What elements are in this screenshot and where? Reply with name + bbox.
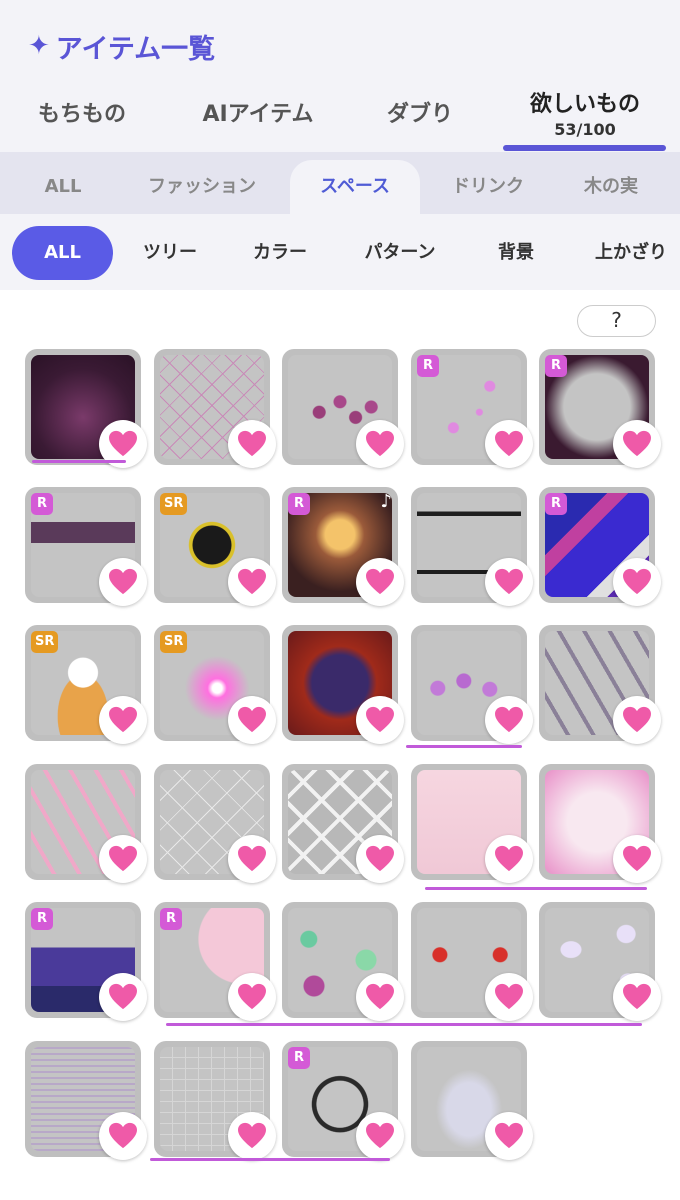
heart-icon [238, 568, 266, 595]
wishlist-heart-button[interactable] [228, 420, 276, 468]
wishlist-heart-button[interactable] [485, 420, 533, 468]
category-tab-fashion[interactable]: ファッション [134, 160, 270, 214]
filter-chip-tree[interactable]: ツリー [130, 226, 210, 280]
tab-mochimono[interactable]: もちもの [30, 96, 134, 136]
rarity-badge: R [160, 908, 182, 930]
active-tab-indicator [503, 145, 666, 151]
wishlist-heart-button[interactable] [356, 1112, 404, 1160]
heart-icon [495, 430, 523, 457]
wishlist-heart-button[interactable] [485, 835, 533, 883]
rarity-badge: R [545, 355, 567, 377]
heart-icon [623, 845, 651, 872]
wishlist-heart-button[interactable] [485, 973, 533, 1021]
heart-icon [238, 845, 266, 872]
heart-icon [238, 1122, 266, 1149]
heart-icon [623, 706, 651, 733]
heart-icon [366, 706, 394, 733]
heart-icon [623, 983, 651, 1010]
rarity-badge: R [31, 908, 53, 930]
wishlist-heart-button[interactable] [356, 420, 404, 468]
heart-icon [109, 983, 137, 1010]
rarity-badge: SR [160, 631, 188, 653]
wishlist-heart-button[interactable] [99, 696, 147, 744]
page-title: ✦ アイテム一覧 [28, 24, 215, 68]
tab-label: 欲しいもの [529, 92, 640, 117]
tab-wishlist[interactable]: 欲しいもの 53/100 [515, 86, 655, 139]
wishlist-heart-button[interactable] [356, 558, 404, 606]
tab-label: AIアイテム [202, 102, 314, 127]
heart-icon [109, 706, 137, 733]
heart-icon [366, 568, 394, 595]
rarity-badge: R [417, 355, 439, 377]
heart-icon [366, 1122, 394, 1149]
filter-chip-top-decoration[interactable]: 上かざり [582, 226, 680, 280]
heart-icon [238, 983, 266, 1010]
heart-icon [495, 845, 523, 872]
filter-chip-background[interactable]: 背景 [486, 226, 546, 280]
tab-label: ダブり [386, 102, 453, 127]
music-note-icon: ♪ [380, 491, 393, 512]
wishlist-heart-button[interactable] [485, 558, 533, 606]
wishlist-heart-button[interactable] [228, 973, 276, 1021]
annotation-underline [32, 460, 126, 463]
wishlist-heart-button[interactable] [356, 696, 404, 744]
wishlist-heart-button[interactable] [228, 835, 276, 883]
heart-icon [109, 568, 137, 595]
wishlist-heart-button[interactable] [99, 973, 147, 1021]
heart-icon [495, 568, 523, 595]
wishlist-heart-button[interactable] [99, 558, 147, 606]
page-title-text: アイテム一覧 [55, 33, 216, 65]
tab-ai-items[interactable]: AIアイテム [190, 96, 326, 136]
category-tab-drink[interactable]: ドリンク [440, 160, 536, 214]
heart-icon [623, 568, 651, 595]
category-tab-space[interactable]: スペース [290, 160, 420, 214]
wishlist-heart-button[interactable] [613, 420, 661, 468]
filter-chip-color[interactable]: カラー [240, 226, 320, 280]
annotation-underline [150, 1158, 390, 1161]
heart-icon [109, 845, 137, 872]
wishlist-heart-button[interactable] [228, 696, 276, 744]
wishlist-heart-button[interactable] [613, 696, 661, 744]
rarity-badge: R [288, 1047, 310, 1069]
wishlist-heart-button[interactable] [613, 558, 661, 606]
help-button[interactable]: ? [577, 305, 656, 337]
category-tab-nuts[interactable]: 木の実 [568, 160, 654, 214]
wishlist-count: 53/100 [554, 120, 616, 139]
tab-duplicates[interactable]: ダブり [380, 96, 460, 136]
heart-icon [366, 845, 394, 872]
heart-icon [366, 983, 394, 1010]
tab-label: もちもの [37, 102, 126, 127]
heart-icon [109, 430, 137, 457]
annotation-underline [425, 887, 647, 890]
wishlist-heart-button[interactable] [99, 835, 147, 883]
category-tab-all[interactable]: ALL [28, 160, 98, 214]
annotation-underline [166, 1023, 642, 1026]
heart-icon [238, 430, 266, 457]
rarity-badge: SR [160, 493, 188, 515]
wishlist-heart-button[interactable] [99, 1112, 147, 1160]
filter-chip-all[interactable]: ALL [12, 226, 113, 280]
wishlist-heart-button[interactable] [613, 835, 661, 883]
sparkle-icon: ✦ [28, 31, 50, 61]
wishlist-heart-button[interactable] [613, 973, 661, 1021]
rarity-badge: R [31, 493, 53, 515]
annotation-underline [406, 745, 522, 748]
heart-icon [238, 706, 266, 733]
heart-icon [495, 983, 523, 1010]
heart-icon [623, 430, 651, 457]
rarity-badge: R [288, 493, 310, 515]
heart-icon [495, 706, 523, 733]
wishlist-heart-button[interactable] [356, 973, 404, 1021]
wishlist-heart-button[interactable] [485, 1112, 533, 1160]
rarity-badge: SR [31, 631, 59, 653]
filter-chip-pattern[interactable]: パターン [350, 226, 450, 280]
wishlist-heart-button[interactable] [228, 1112, 276, 1160]
rarity-badge: R [545, 493, 567, 515]
heart-icon [109, 1122, 137, 1149]
wishlist-heart-button[interactable] [485, 696, 533, 744]
wishlist-heart-button[interactable] [228, 558, 276, 606]
heart-icon [366, 430, 394, 457]
wishlist-heart-button[interactable] [356, 835, 404, 883]
heart-icon [495, 1122, 523, 1149]
